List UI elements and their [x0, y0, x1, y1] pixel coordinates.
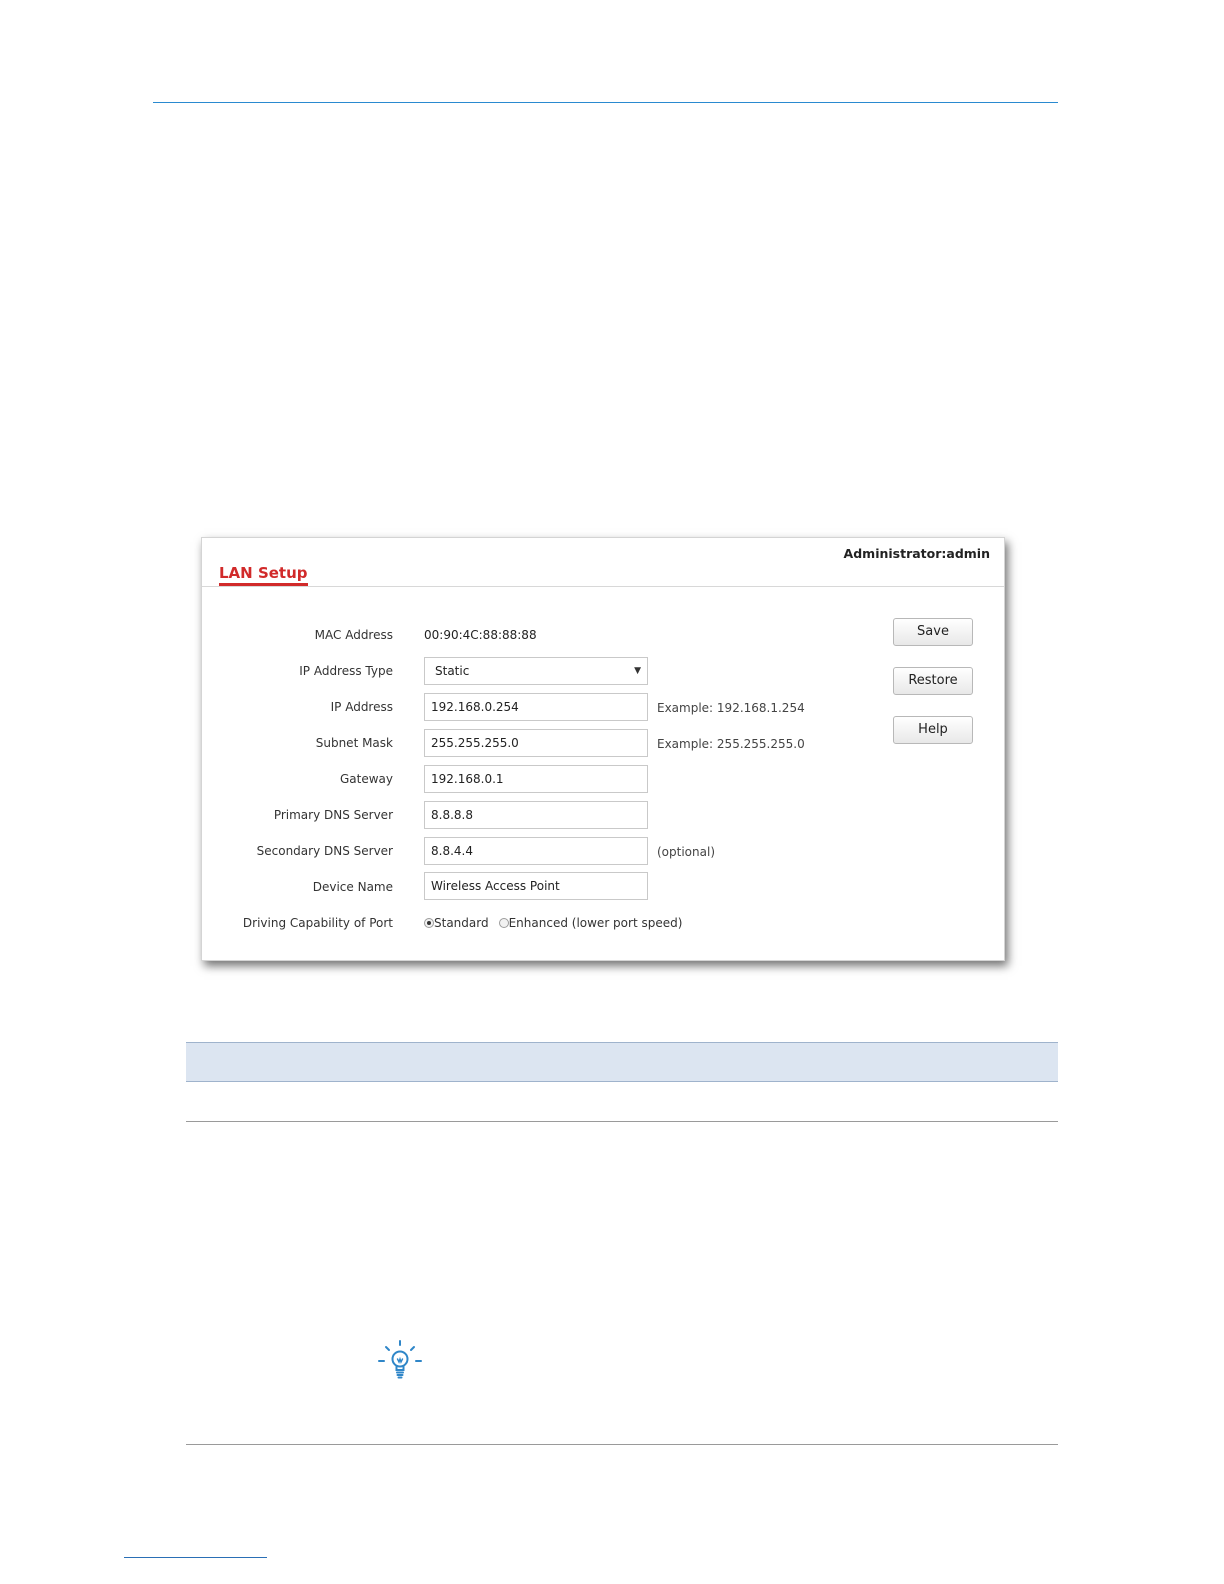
lan-setup-panel: Administrator:admin LAN Setup MAC Addres… [201, 537, 1005, 961]
ip-address-type-value: Static [435, 664, 470, 678]
restore-button[interactable]: Restore [893, 667, 973, 695]
primary-dns-input[interactable] [424, 801, 648, 829]
device-name-label: Device Name [312, 880, 393, 894]
subnet-mask-label: Subnet Mask [315, 736, 393, 750]
standard-radio[interactable] [424, 918, 434, 928]
secondary-dns-input[interactable] [424, 837, 648, 865]
save-button[interactable]: Save [893, 618, 973, 646]
gateway-label: Gateway [339, 772, 393, 786]
ip-address-label: IP Address [330, 700, 393, 714]
header-rule [153, 102, 1058, 103]
ip-address-hint: Example: 192.168.1.254 [657, 701, 805, 715]
ip-address-type-label: IP Address Type [299, 664, 393, 678]
footnote-rule [124, 1557, 267, 1558]
device-name-input[interactable] [424, 872, 648, 900]
primary-dns-label: Primary DNS Server [273, 808, 393, 822]
mac-address-label: MAC Address [314, 628, 393, 642]
help-button[interactable]: Help [893, 716, 973, 744]
ip-address-type-select[interactable]: Static ▼ [424, 657, 648, 685]
subnet-mask-hint: Example: 255.255.255.0 [657, 737, 805, 751]
subnet-mask-input[interactable] [424, 729, 648, 757]
section-divider [186, 1444, 1058, 1445]
gateway-input[interactable] [424, 765, 648, 793]
secondary-dns-hint: (optional) [657, 845, 715, 859]
driving-capability-options: Standard Enhanced (lower port speed) [424, 916, 692, 930]
mac-address-value: 00:90:4C:88:88:88 [424, 628, 537, 642]
secondary-dns-label: Secondary DNS Server [256, 844, 393, 858]
page-title: LAN Setup [219, 564, 308, 586]
chevron-down-icon: ▼ [634, 666, 641, 676]
ip-address-input[interactable] [424, 693, 648, 721]
administrator-label: Administrator:admin [843, 546, 990, 561]
standard-radio-label[interactable]: Standard [434, 916, 489, 930]
table-header-row [186, 1042, 1058, 1082]
title-divider [202, 586, 1004, 587]
lightbulb-icon [376, 1337, 424, 1385]
enhanced-radio-label[interactable]: Enhanced (lower port speed) [509, 916, 683, 930]
driving-capability-label: Driving Capability of Port [242, 916, 393, 930]
enhanced-radio[interactable] [498, 918, 509, 928]
table-row-divider [186, 1121, 1058, 1122]
